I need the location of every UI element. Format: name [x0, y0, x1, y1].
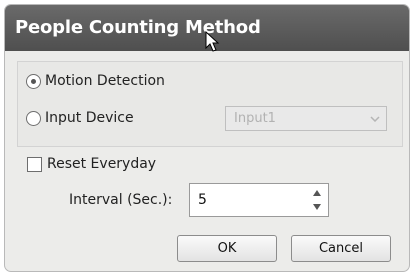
radio-input-device[interactable]: Input Device [26, 107, 134, 129]
interval-label: Interval (Sec.): [69, 192, 173, 208]
radio-label: Motion Detection [45, 73, 165, 89]
ok-button[interactable]: OK [177, 235, 277, 262]
reset-everyday-checkbox[interactable]: Reset Everyday [27, 153, 156, 175]
method-groupbox: Motion Detection Input Device Input1 [17, 61, 403, 147]
triangle-down-icon[interactable] [308, 200, 326, 214]
radio-button-checked[interactable] [26, 73, 41, 89]
spin-buttons [308, 186, 326, 214]
checkbox-box[interactable] [27, 156, 42, 172]
mouse-pointer-icon [205, 31, 220, 52]
input-device-select: Input1 [225, 106, 387, 131]
dialog-titlebar[interactable]: People Counting Method [5, 5, 409, 52]
cancel-button[interactable]: Cancel [291, 235, 391, 262]
radio-motion-detection[interactable]: Motion Detection [26, 70, 165, 92]
radio-label: Input Device [45, 110, 134, 126]
triangle-up-icon[interactable] [308, 186, 326, 200]
interval-input[interactable]: 5 [198, 192, 207, 208]
checkbox-label: Reset Everyday [47, 156, 157, 172]
chevron-down-icon [364, 107, 386, 130]
interval-spinbox[interactable]: 5 [189, 183, 329, 217]
dialog-title: People Counting Method [15, 17, 261, 38]
radio-button[interactable] [26, 110, 41, 126]
people-counting-dialog: People Counting Method Motion Detection … [4, 4, 410, 272]
select-value: Input1 [234, 111, 276, 126]
